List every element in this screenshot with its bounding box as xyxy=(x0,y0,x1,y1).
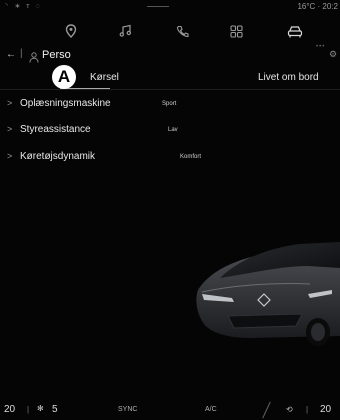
annotation-marker: A xyxy=(52,65,76,89)
setting-value: Lav xyxy=(168,127,178,133)
fan-icon[interactable]: ✻ xyxy=(37,404,44,413)
chevron-right-icon: > xyxy=(7,98,13,108)
temperature-right[interactable]: 20 xyxy=(320,404,331,415)
chevron-right-icon: > xyxy=(7,124,13,134)
setting-label: Oplæsningsmaskine xyxy=(20,98,111,109)
header: ← | Perso ⚙ xyxy=(0,48,340,66)
chevron-right-icon: > xyxy=(7,151,13,161)
header-separator: | xyxy=(20,48,23,59)
phone-icon[interactable] xyxy=(171,20,193,42)
sync-button[interactable]: SYNC xyxy=(118,406,137,413)
setting-value: Sport xyxy=(162,101,177,107)
setting-value: Komfort xyxy=(180,154,202,160)
tab-bar: Kørsel Livet om bord xyxy=(0,66,340,88)
setting-label: Styreassistance xyxy=(20,124,91,135)
rear-defrost-icon[interactable]: ⟲ xyxy=(286,405,293,414)
temperature-time: 16°C · 20:2 xyxy=(297,2,338,11)
tabs-divider xyxy=(0,89,340,90)
car-image xyxy=(190,228,340,348)
fan-level[interactable]: 5 xyxy=(52,404,58,415)
tab-driving[interactable]: Kørsel xyxy=(90,66,119,88)
climate-divider xyxy=(262,401,271,419)
temperature-left[interactable]: 20 xyxy=(4,404,15,415)
list-item[interactable]: > Køretøjsdynamik Komfort xyxy=(0,148,340,168)
status-icons: ⸌ ∗ ᴛ ◌ xyxy=(5,3,42,10)
page-title: Perso xyxy=(42,49,71,61)
apps-grid-icon[interactable] xyxy=(225,20,247,42)
profile-icon xyxy=(29,50,39,63)
list-item[interactable]: > Oplæsningsmaskine Sport xyxy=(0,95,340,115)
tab-life-on-board[interactable]: Livet om bord xyxy=(258,66,319,88)
map-pin-icon[interactable] xyxy=(60,20,82,42)
status-divider xyxy=(147,6,169,7)
climate-separator: | xyxy=(27,405,30,414)
status-bar: ⸌ ∗ ᴛ ◌ 16°C · 20:2 xyxy=(0,0,340,14)
music-note-icon[interactable] xyxy=(114,20,136,42)
infotainment-screen: ⸌ ∗ ᴛ ◌ 16°C · 20:2 ••• ← | Perso ⚙ Kørs… xyxy=(0,0,340,420)
car-icon[interactable] xyxy=(284,20,306,42)
back-arrow-icon[interactable]: ← xyxy=(6,49,16,60)
climate-separator: | xyxy=(306,405,309,414)
settings-icon[interactable]: ⚙ xyxy=(329,49,337,60)
setting-label: Køretøjsdynamik xyxy=(20,151,96,162)
top-nav xyxy=(0,18,340,44)
list-item[interactable]: > Styreassistance Lav xyxy=(0,121,340,141)
climate-bar: 20 | ✻ 5 SYNC A/C ⟲ | 20 xyxy=(0,400,340,420)
ac-button[interactable]: A/C xyxy=(205,406,217,413)
